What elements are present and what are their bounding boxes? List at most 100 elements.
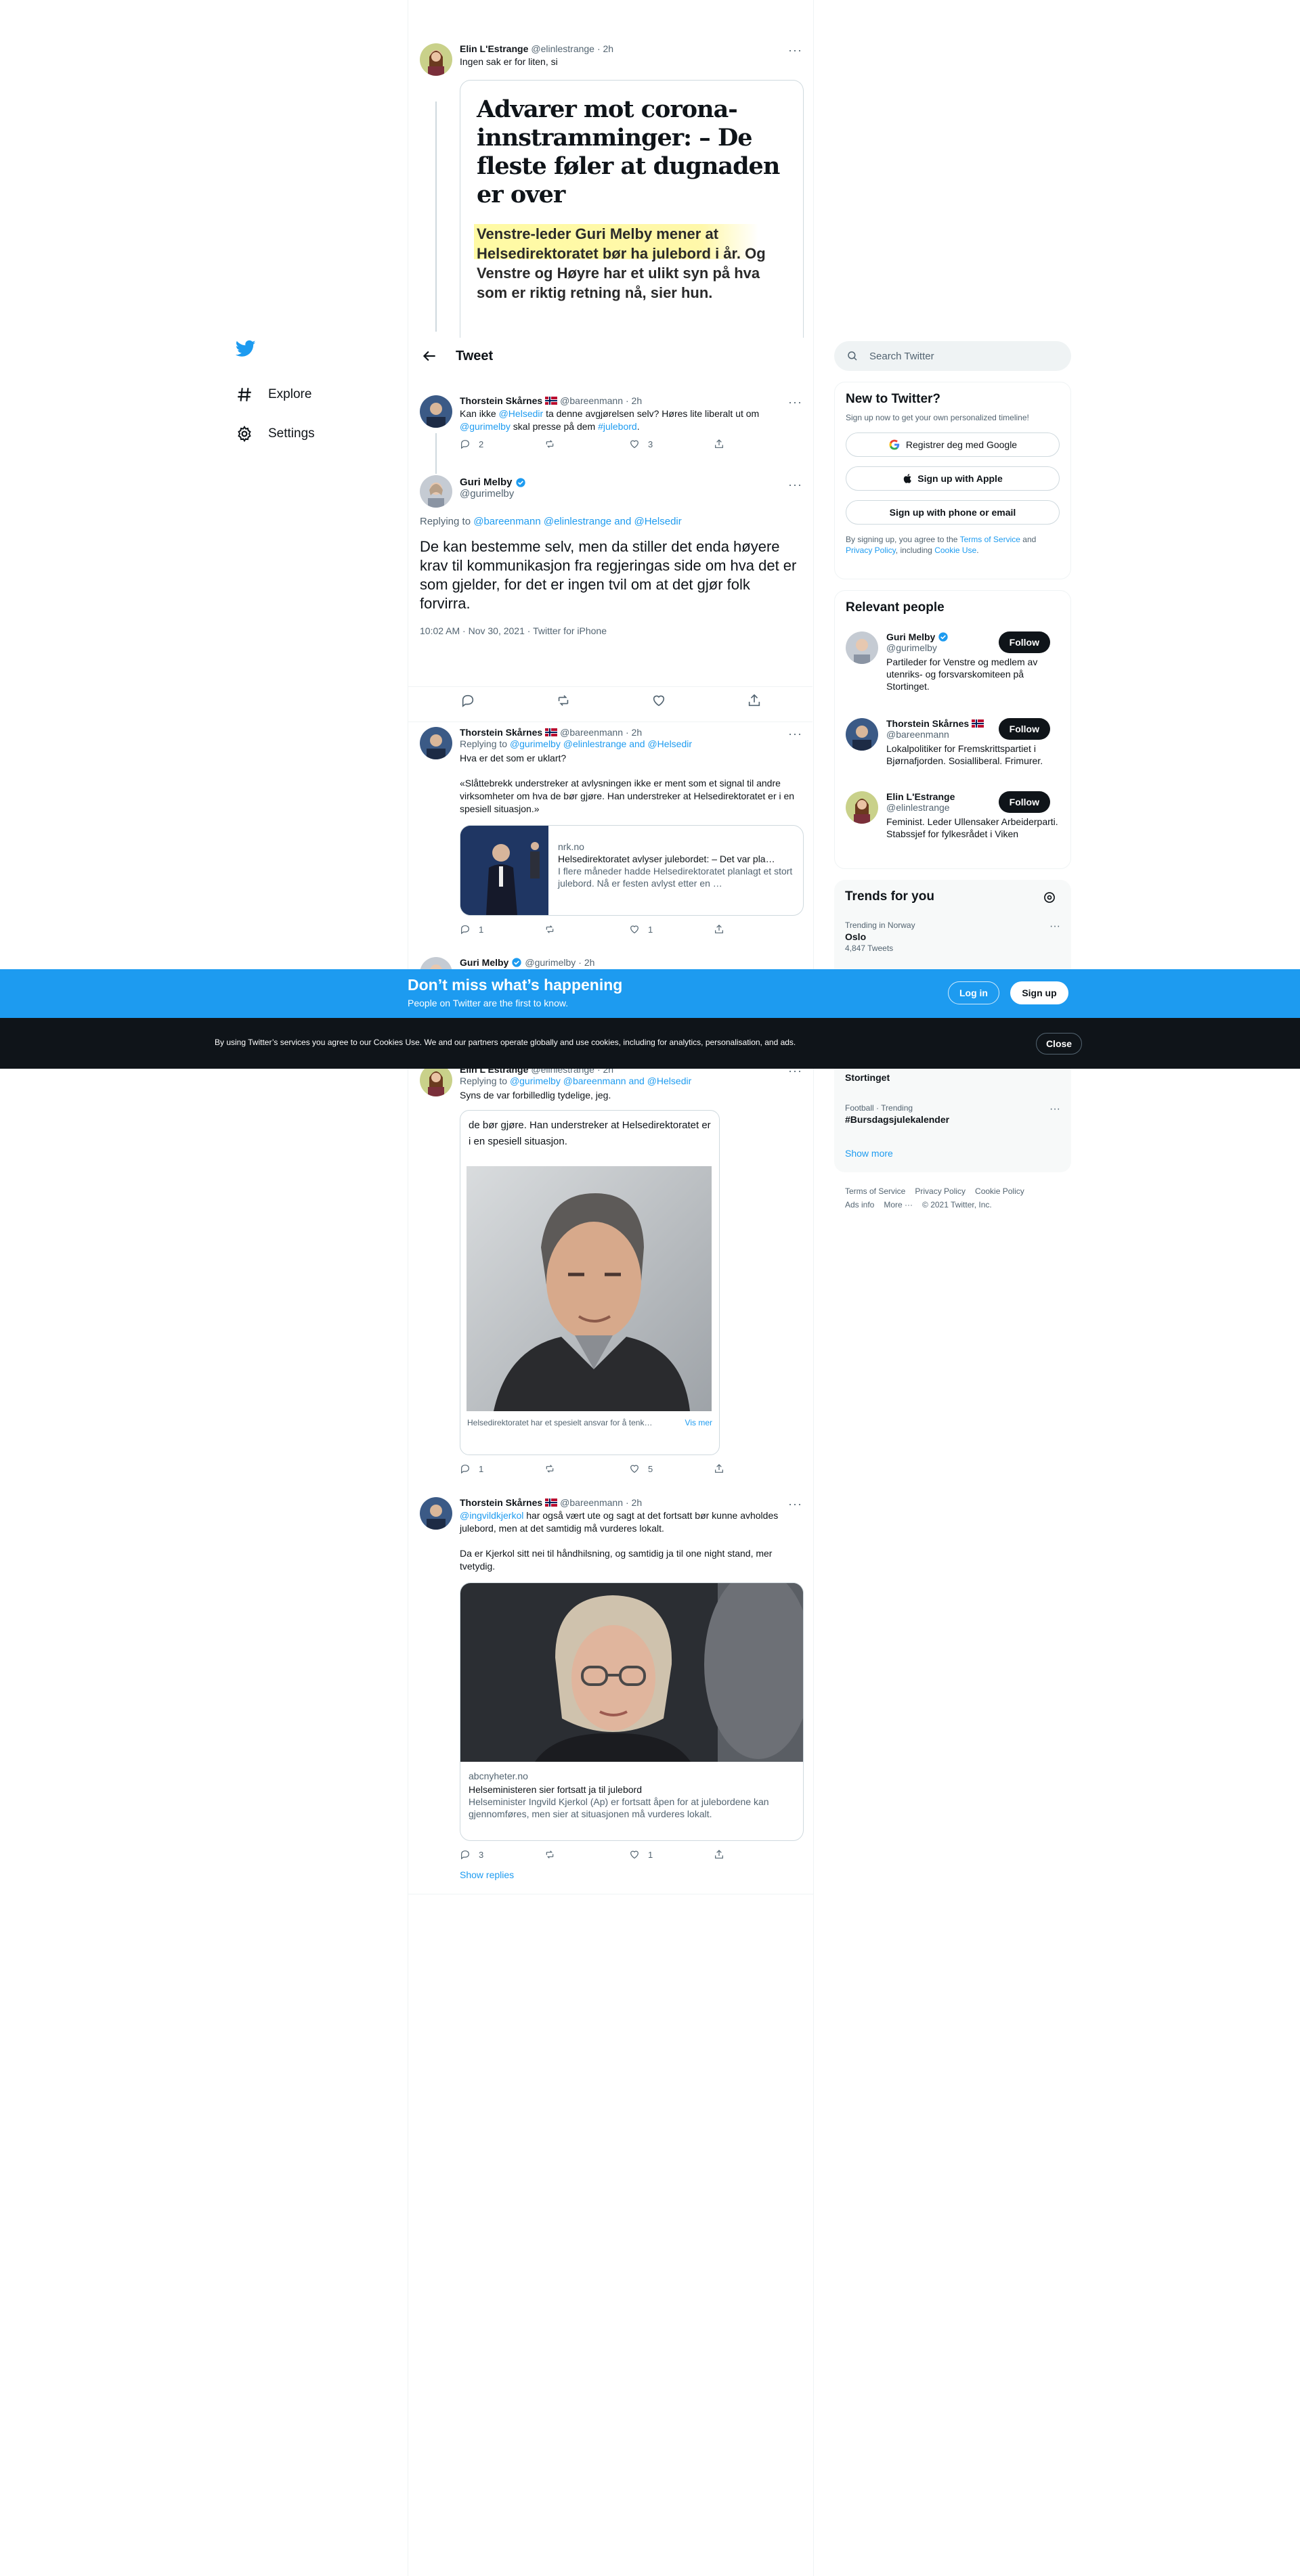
more-icon[interactable]: ··· [1049, 920, 1060, 933]
embedded-screenshot[interactable]: de bør gjøre. Han understreker at Helsed… [460, 1110, 720, 1455]
author-name[interactable]: Guri Melby [460, 476, 513, 488]
person-guri[interactable]: Guri Melby @gurimelby Partileder for Ven… [846, 631, 1060, 706]
author-handle[interactable]: @gurimelby [525, 957, 576, 968]
link-card[interactable]: nrk.no Helsedirektoratet avlyser julebor… [460, 825, 804, 916]
nav-settings[interactable]: Settings [236, 425, 315, 443]
retweet-button[interactable] [544, 924, 629, 935]
author-handle[interactable]: @gurimelby [460, 488, 526, 499]
show-more-link[interactable]: Show more [845, 1148, 893, 1159]
like-button[interactable]: 1 [629, 1849, 714, 1860]
cookie-use-link[interactable]: Cookie Use [934, 546, 976, 555]
tweet-elin-2[interactable]: Elin L'Estrange @elinlestrange · 2h ··· … [420, 1064, 802, 1484]
replying-to-links[interactable]: @gurimelby @elinlestrange and @Helsedir [510, 738, 692, 749]
tweet-thorstein-3[interactable]: Thorstein Skårnes @bareenmann · 2h ··· @… [420, 1497, 804, 1896]
trend-item[interactable]: Football · Trending #Bursdagsjulekalende… [845, 1103, 1060, 1125]
mention-link[interactable]: @ingvildkjerkol [460, 1510, 523, 1521]
follow-button[interactable]: Follow [998, 791, 1050, 813]
author-name[interactable]: Thorstein Skårnes [460, 395, 542, 406]
avatar[interactable] [420, 43, 452, 76]
person-name[interactable]: Guri Melby [886, 631, 935, 642]
more-icon[interactable]: ··· [788, 727, 802, 741]
tweet-guri-2[interactable]: Guri Melby @gurimelby · 2h [420, 957, 802, 969]
google-signup-button[interactable]: Registrer deg med Google [846, 432, 1060, 457]
avatar[interactable] [420, 727, 452, 759]
share-button[interactable] [714, 1849, 798, 1860]
show-replies-link[interactable]: Show replies [460, 1869, 802, 1880]
reply-button[interactable]: 1 [460, 924, 544, 935]
reply-button[interactable]: 2 [460, 439, 544, 449]
person-name[interactable]: Thorstein Skårnes [886, 718, 969, 729]
reply-button[interactable]: 3 [460, 1849, 544, 1860]
retweet-icon[interactable] [556, 693, 571, 708]
heart-icon[interactable] [651, 693, 666, 708]
privacy-link[interactable]: Privacy Policy [846, 546, 896, 555]
vis-mer-link[interactable]: Vis mer [685, 1418, 712, 1427]
share-button[interactable] [714, 924, 798, 935]
follow-button[interactable]: Follow [998, 718, 1050, 740]
retweet-button[interactable] [544, 439, 629, 449]
hashtag-link[interactable]: #julebord [598, 421, 637, 432]
share-button[interactable] [714, 439, 798, 449]
more-icon[interactable]: ··· [1049, 1103, 1060, 1115]
mention-link[interactable]: @Helsedir [499, 408, 544, 419]
cookie-close-button[interactable]: Close [1036, 1033, 1082, 1054]
replying-to-links[interactable]: @gurimelby @bareenmann and @Helsedir [510, 1075, 691, 1086]
footer-link[interactable]: Ads info [845, 1198, 874, 1212]
person-elin[interactable]: Elin L'Estrange @elinlestrange Feminist.… [846, 791, 1060, 859]
reply-button[interactable]: 1 [460, 1463, 544, 1474]
tweet-thorstein-1[interactable]: Thorstein Skårnes @bareenmann · 2h ··· K… [420, 395, 802, 463]
follow-button[interactable]: Follow [998, 631, 1050, 653]
show-replies-label[interactable]: Show replies [460, 1869, 514, 1880]
avatar[interactable] [846, 791, 878, 824]
more-icon[interactable]: ··· [788, 1497, 802, 1511]
twitter-logo-icon[interactable] [235, 338, 259, 361]
avatar[interactable] [420, 475, 452, 508]
author-name[interactable]: Thorstein Skårnes [460, 727, 542, 738]
tweet-timestamp[interactable]: 10:02 AM · Nov 30, 2021 · Twitter for iP… [420, 625, 607, 636]
avatar[interactable] [420, 1497, 452, 1530]
trend-item[interactable]: Trending in Norway Oslo 4,847 Tweets ··· [845, 920, 1060, 953]
nav-explore[interactable]: Explore [236, 386, 311, 403]
person-thorstein[interactable]: Thorstein Skårnes @bareenmann Lokalpolit… [846, 718, 1060, 786]
avatar[interactable] [420, 1064, 452, 1096]
author-name[interactable]: Thorstein Skårnes [460, 1497, 542, 1508]
signup-button[interactable]: Sign up [1010, 981, 1068, 1004]
author-handle[interactable]: @bareenmann [560, 1497, 623, 1508]
footer-link[interactable]: More ··· [884, 1198, 913, 1212]
login-button[interactable]: Log in [948, 981, 999, 1004]
footer-link[interactable]: Cookie Policy [975, 1184, 1024, 1198]
trend-item[interactable]: Stortinget [845, 1071, 1060, 1083]
like-button[interactable]: 3 [629, 439, 714, 449]
replying-to-links[interactable]: @bareenmann @elinlestrange and @Helsedir [473, 516, 682, 527]
more-icon[interactable]: ··· [788, 478, 802, 492]
tos-link[interactable]: Terms of Service [960, 535, 1020, 544]
article-screenshot[interactable]: Advarer mot corona-innstramminger: – De … [460, 80, 804, 338]
author-name[interactable]: Elin L'Estrange [460, 43, 528, 54]
apple-signup-button[interactable]: Sign up with Apple [846, 466, 1060, 491]
author-name[interactable]: Guri Melby [460, 957, 508, 968]
footer-link[interactable]: Privacy Policy [915, 1184, 966, 1198]
avatar[interactable] [846, 718, 878, 751]
tweet-elin-1[interactable]: Elin L'Estrange @elinlestrange · 2h ··· … [420, 43, 804, 341]
settings-gear-icon[interactable] [1043, 891, 1056, 904]
back-arrow-icon[interactable] [420, 347, 438, 365]
tweet-time[interactable]: · 2h [626, 395, 642, 406]
retweet-button[interactable] [544, 1463, 629, 1474]
phone-email-signup-button[interactable]: Sign up with phone or email [846, 500, 1060, 525]
tweet-time[interactable]: · 2h [626, 727, 642, 738]
reply-icon[interactable] [460, 693, 475, 708]
footer-link[interactable]: Terms of Service [845, 1184, 905, 1198]
like-button[interactable]: 5 [629, 1463, 714, 1474]
share-button[interactable] [714, 1463, 798, 1474]
tweet-time[interactable]: · 2h [626, 1497, 642, 1508]
tweet-time[interactable]: · 2h [597, 43, 613, 54]
more-icon[interactable]: ··· [788, 395, 802, 409]
more-icon[interactable]: ··· [788, 43, 802, 58]
avatar[interactable] [420, 395, 452, 428]
tweet-time[interactable]: · 2h [578, 957, 594, 968]
avatar[interactable] [846, 631, 878, 664]
avatar[interactable] [420, 957, 452, 969]
author-handle[interactable]: @elinlestrange [531, 43, 594, 54]
author-handle[interactable]: @bareenmann [560, 727, 623, 738]
share-icon[interactable] [747, 693, 762, 708]
